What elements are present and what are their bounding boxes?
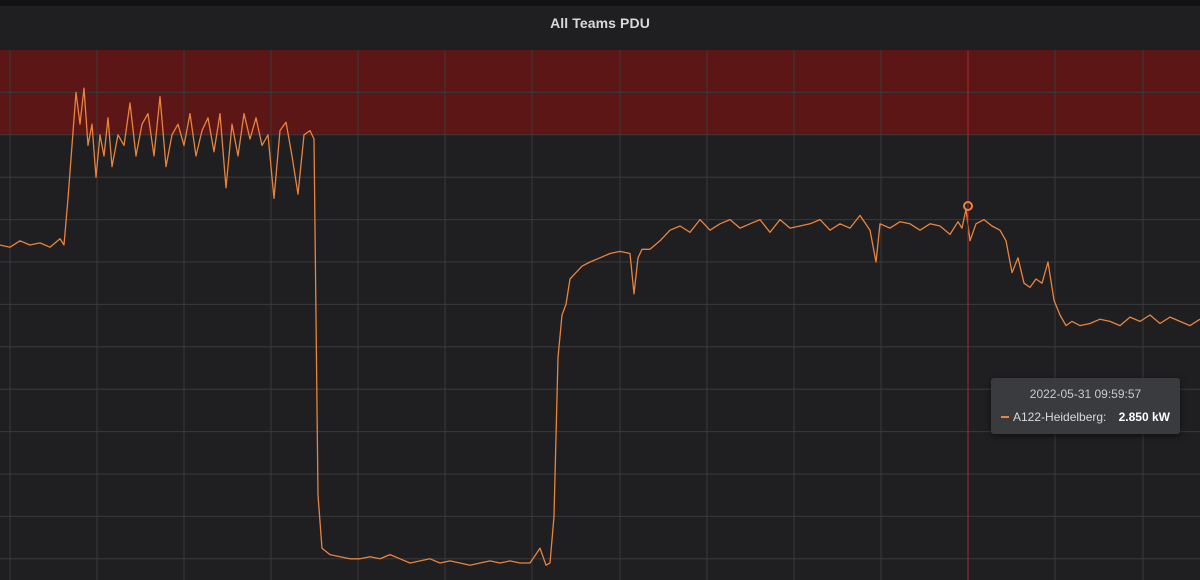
series-color-swatch (1001, 416, 1009, 418)
panel-header[interactable]: All Teams PDU (0, 6, 1200, 51)
tooltip-series-row: A122-Heidelberg: 2.850 kW (1001, 410, 1170, 424)
line-chart[interactable] (0, 50, 1200, 580)
graph-panel: All Teams PDU 2022-05-31 09:59:57 A122-H… (0, 0, 1200, 580)
tooltip-value: 2.850 kW (1118, 410, 1170, 424)
hover-tooltip: 2022-05-31 09:59:57 A122-Heidelberg: 2.8… (991, 378, 1180, 434)
tooltip-series-label: A122-Heidelberg: (1013, 410, 1107, 424)
panel-title[interactable]: All Teams PDU (550, 15, 650, 31)
series-line-a122-heidelberg (0, 87, 1200, 566)
tooltip-time: 2022-05-31 09:59:57 (1029, 387, 1142, 401)
series-layer (0, 87, 1200, 566)
